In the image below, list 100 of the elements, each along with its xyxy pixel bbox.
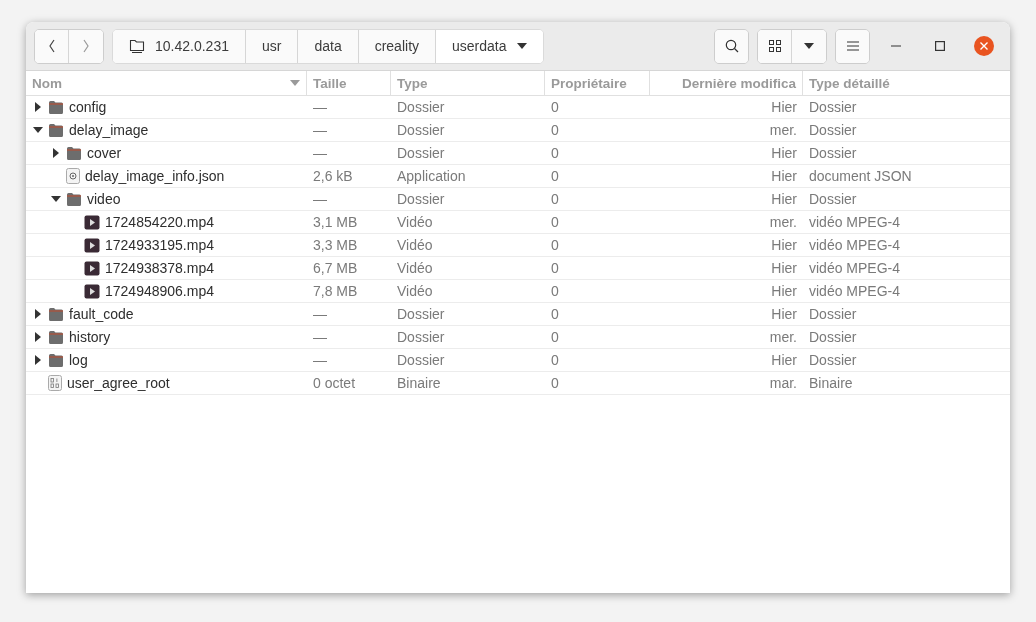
size-cell-text: — bbox=[312, 329, 328, 345]
size-cell-text: 6,7 MB bbox=[312, 260, 359, 276]
modified-cell-text: mar. bbox=[768, 375, 798, 391]
type-cell-text: Vidéo bbox=[396, 214, 434, 230]
owner-cell-text: 0 bbox=[550, 283, 560, 299]
network-folder-icon bbox=[129, 38, 145, 54]
size-cell-text: — bbox=[312, 352, 328, 368]
detailed-type-cell-text: vidéo MPEG-4 bbox=[808, 237, 902, 253]
detailed-type-cell-text: Dossier bbox=[808, 191, 858, 207]
triangle-icon bbox=[35, 332, 41, 342]
detailed-type-cell-text: vidéo MPEG-4 bbox=[808, 260, 902, 276]
type-cell-text: Vidéo bbox=[396, 260, 434, 276]
caret-icon bbox=[804, 43, 814, 49]
size-cell-text: 3,3 MB bbox=[312, 237, 359, 253]
video-icon bbox=[84, 214, 100, 230]
modified-cell-text: Hier bbox=[770, 145, 798, 161]
video-icon bbox=[84, 260, 100, 276]
size-cell-text: 7,8 MB bbox=[312, 283, 359, 299]
size-cell-text: 0 octet bbox=[312, 375, 357, 391]
file-name[interactable]: video bbox=[87, 191, 121, 207]
chevron-left-icon bbox=[47, 39, 56, 53]
triangle-icon bbox=[35, 309, 41, 319]
video-icon bbox=[84, 283, 100, 299]
type-cell-text: Dossier bbox=[396, 306, 446, 322]
modified-cell-text: mer. bbox=[768, 329, 798, 345]
close-icon bbox=[974, 36, 994, 56]
modified-cell-text: Hier bbox=[770, 283, 798, 299]
detailed-type-cell-text: vidéo MPEG-4 bbox=[808, 283, 902, 299]
owner-cell-text: 0 bbox=[550, 214, 560, 230]
file-name[interactable]: delay_image bbox=[69, 122, 149, 138]
modified-cell-text: mer. bbox=[768, 122, 798, 138]
owner-cell-text: 0 bbox=[550, 306, 560, 322]
folder-icon bbox=[48, 99, 64, 115]
size-cell-text: 3,1 MB bbox=[312, 214, 359, 230]
owner-cell-text: 0 bbox=[550, 237, 560, 253]
type-cell-text: Vidéo bbox=[396, 237, 434, 253]
file-name[interactable]: 1724854220.mp4 bbox=[105, 214, 214, 230]
owner-cell-text: 0 bbox=[550, 329, 560, 345]
file-name[interactable]: cover bbox=[87, 145, 122, 161]
type-cell-text: Dossier bbox=[396, 145, 446, 161]
menu-button[interactable] bbox=[836, 29, 869, 63]
triangle-icon bbox=[35, 355, 41, 365]
file-name[interactable]: 1724948906.mp4 bbox=[105, 283, 214, 299]
size-cell-text: — bbox=[312, 191, 328, 207]
owner-cell-text: 0 bbox=[550, 260, 560, 276]
grid-icon bbox=[768, 40, 781, 52]
detailed-type-cell-text: document JSON bbox=[808, 168, 913, 184]
owner-cell-text: 0 bbox=[550, 99, 560, 115]
maximize-icon bbox=[935, 41, 945, 51]
triangle-icon bbox=[51, 196, 61, 202]
menu-icon bbox=[846, 41, 859, 51]
folder-icon bbox=[48, 122, 64, 138]
search-button[interactable] bbox=[715, 29, 748, 63]
type-cell-text: Dossier bbox=[396, 329, 446, 345]
detailed-type-cell-text: vidéo MPEG-4 bbox=[808, 214, 902, 230]
detailed-type-cell-text: Dossier bbox=[808, 306, 858, 322]
owner-cell-text: 0 bbox=[550, 191, 560, 207]
size-cell-text: — bbox=[312, 306, 328, 322]
modified-cell-text: Hier bbox=[770, 99, 798, 115]
modified-cell-text: Hier bbox=[770, 191, 798, 207]
file-name[interactable]: delay_image_info.json bbox=[85, 168, 225, 184]
type-cell-text: Dossier bbox=[396, 99, 446, 115]
chevron-right-icon bbox=[82, 39, 90, 53]
detailed-type-cell-text: Dossier bbox=[808, 122, 858, 138]
triangle-icon bbox=[33, 127, 43, 133]
file-name[interactable]: config bbox=[69, 99, 107, 115]
owner-cell-text: 0 bbox=[550, 145, 560, 161]
detailed-type-cell-text: Binaire bbox=[808, 375, 854, 391]
file-name[interactable]: 1724933195.mp4 bbox=[105, 237, 214, 253]
file-name[interactable]: 1724938378.mp4 bbox=[105, 260, 214, 276]
type-cell-text: Vidéo bbox=[396, 283, 434, 299]
size-cell-text: — bbox=[312, 145, 328, 161]
document-icon bbox=[66, 168, 80, 184]
triangle-icon bbox=[35, 102, 41, 112]
detailed-type-cell-text: Dossier bbox=[808, 145, 858, 161]
modified-cell-text: Hier bbox=[770, 237, 798, 253]
folder-icon bbox=[66, 145, 82, 161]
owner-cell-text: 0 bbox=[550, 122, 560, 138]
size-cell-text: 2,6 kB bbox=[312, 168, 354, 184]
file-name[interactable]: fault_code bbox=[69, 306, 134, 322]
detailed-type-cell-text: Dossier bbox=[808, 99, 858, 115]
minimize-icon bbox=[891, 45, 901, 47]
owner-cell-text: 0 bbox=[550, 168, 560, 184]
grid-view-button[interactable] bbox=[758, 29, 792, 63]
folder-icon bbox=[48, 329, 64, 345]
file-name[interactable]: log bbox=[69, 352, 88, 368]
video-icon bbox=[84, 237, 100, 253]
modified-cell-text: mer. bbox=[768, 214, 798, 230]
folder-icon bbox=[66, 191, 82, 207]
modified-cell-text: Hier bbox=[770, 352, 798, 368]
type-cell-text: Dossier bbox=[396, 122, 446, 138]
size-cell-text: — bbox=[312, 99, 328, 115]
path-segment[interactable]: 10.42.0.231 bbox=[113, 29, 246, 63]
detailed-type-cell-text: Dossier bbox=[808, 352, 858, 368]
file-name[interactable]: history bbox=[69, 329, 111, 345]
path-segment[interactable]: userdata bbox=[436, 29, 543, 63]
owner-cell-text: 0 bbox=[550, 375, 560, 391]
folder-icon bbox=[48, 352, 64, 368]
detailed-type-cell-text: Dossier bbox=[808, 329, 858, 345]
file-name[interactable]: user_agree_root bbox=[67, 375, 170, 391]
